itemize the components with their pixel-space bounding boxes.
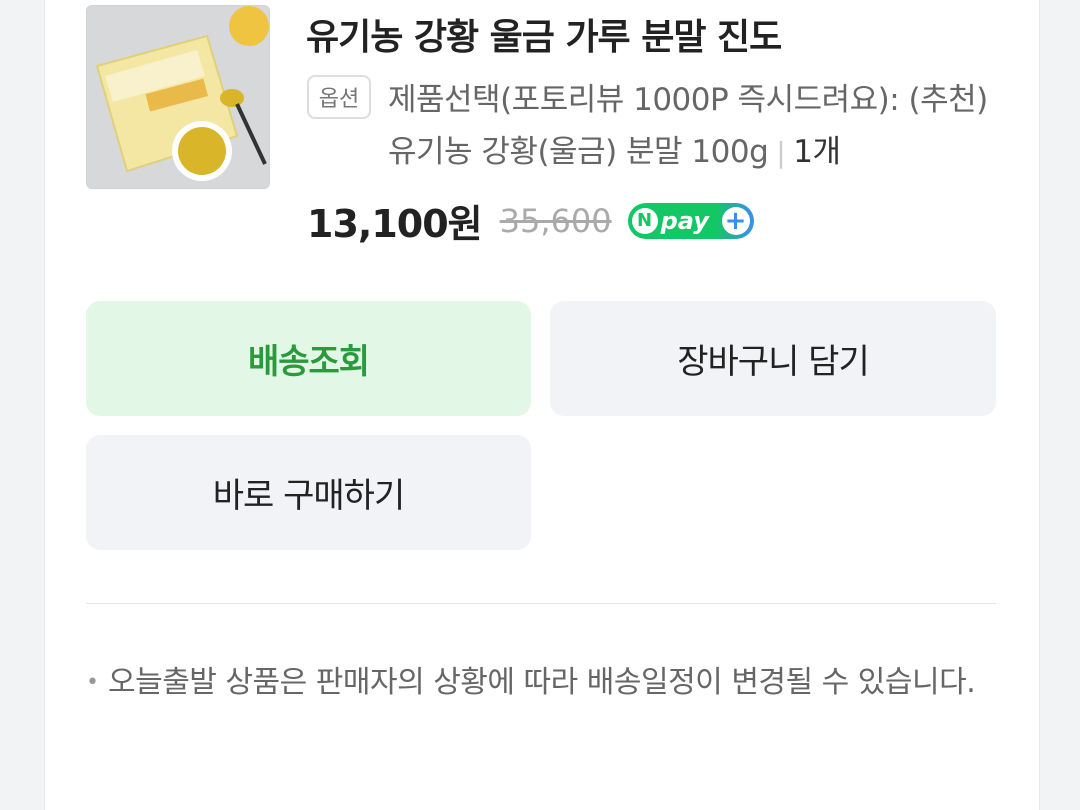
product-thumbnail[interactable] [86,5,270,189]
npay-plus-badge: N pay + [627,202,754,239]
buy-now-button[interactable]: 바로 구매하기 [86,435,531,550]
shipping-tracking-button[interactable]: 배송조회 [86,301,531,416]
quantity-separator: | [776,136,786,169]
add-to-cart-button[interactable]: 장바구니 담기 [550,301,996,416]
plus-icon: + [721,206,750,235]
divider [86,603,996,604]
price-row: 13,100원 35,600 N pay + [307,193,754,248]
shipping-notice: • 오늘출발 상품은 판매자의 상황에 따라 배송일정이 변경될 수 있습니다. [86,660,986,706]
product-image [87,6,269,188]
quantity: 1개 [793,134,841,170]
npay-label: pay [660,206,709,235]
sale-price: 13,100원 [307,202,483,246]
option-text: 제품선택(포토리뷰 1000P 즉시드려요): (추천)유기농 강황(울금) 분… [388,82,988,170]
bullet-icon: • [86,670,99,695]
original-price: 35,600 [499,201,612,240]
option-description: 제품선택(포토리뷰 1000P 즉시드려요): (추천)유기농 강황(울금) 분… [388,74,998,179]
npay-n-icon: N [631,207,658,234]
option-badge: 옵션 [307,75,371,119]
notice-text: 오늘출발 상품은 판매자의 상황에 따라 배송일정이 변경될 수 있습니다. [108,665,976,700]
product-title[interactable]: 유기농 강황 울금 가루 분말 진도 [306,8,782,60]
